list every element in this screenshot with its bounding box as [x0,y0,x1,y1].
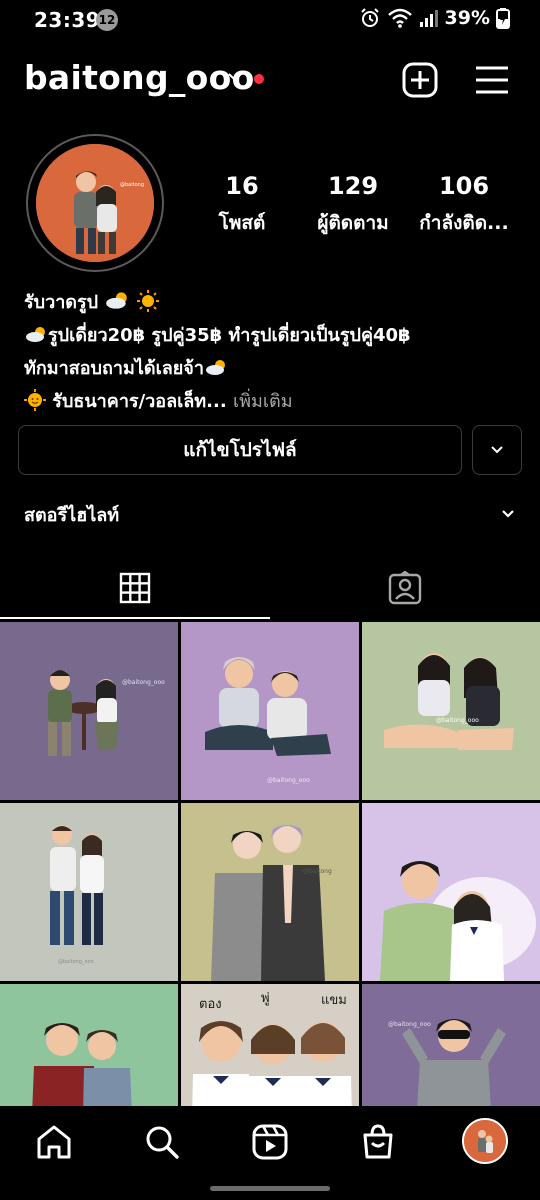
grid-icon [119,572,151,604]
home-gesture-pill[interactable] [210,1186,330,1191]
bio-line-2: รูปเดี่ยว20฿ รูปคู่35฿ ทำรูปเดี่ยวเป็นรู… [24,319,524,352]
svg-text:@baitong_ooo: @baitong_ooo [388,1021,431,1028]
bio-line-3: ทักมาสอบถามได้เลยจ้า [24,352,524,385]
stat-following[interactable]: 106 กำลังติด... [404,172,524,238]
stat-posts[interactable]: 16 โพสต์ [182,172,302,238]
post-tile[interactable]: ตอง พู่ แขม [181,984,359,1108]
sun-cloud-emoji-icon [106,292,128,309]
shop-icon [363,1124,393,1159]
battery-percent: 39% [444,7,490,29]
discover-people-button[interactable] [472,425,522,475]
bio-line-1: รับวาดรูป [24,286,524,319]
bio-line-2-text: รูปเดี่ยว20฿ รูปคู่35฿ ทำรูปเดี่ยวเป็นรู… [48,325,411,346]
svg-text:@baitong_ooo: @baitong_ooo [122,679,165,686]
sun-cloud-emoji-icon [205,360,225,375]
post-tile[interactable]: @baitong_ooo [181,622,359,800]
active-tab-indicator [0,617,270,619]
nav-shop[interactable] [358,1122,398,1162]
sun-with-face-emoji-icon [24,389,46,411]
post-tile[interactable] [362,803,540,981]
status-time: 23:39 [34,8,101,32]
bio-line-4: รับธนาคาร/วอลเล็ท... เพิ่มเติม [24,385,524,418]
status-bar: 23:39 12 39% [0,0,540,40]
profile-stats: 16 โพสต์ 129 ผู้ติดตาม 106 กำลังติด... [190,172,530,242]
post-tile[interactable]: @baitong_ooo [0,622,178,800]
sun-cloud-emoji-icon [26,327,45,342]
nav-search[interactable] [142,1122,182,1162]
create-post-button[interactable] [402,62,438,98]
tab-tagged[interactable] [270,556,540,620]
nav-home[interactable] [34,1122,74,1162]
profile-bio: รับวาดรูป รูปเดี่ยว20฿ รูปคู่35฿ ทำรูปเด… [24,286,524,418]
svg-text:@baitong: @baitong [303,868,332,875]
bio-more-link[interactable]: เพิ่มเติม [233,391,293,412]
profile-avatar-ring[interactable]: @baitong [26,134,164,272]
tile-label-left: ตอง [199,997,222,1012]
sun-emoji-icon [136,290,159,312]
chevron-down-icon[interactable] [226,68,244,86]
bio-line-4-text: รับธนาคาร/วอลเล็ท... [52,391,227,412]
edit-profile-button[interactable]: แก้ไขโปรไฟล์ [18,425,462,475]
unread-dot [254,74,264,84]
post-tile[interactable]: @baitong_ooo [0,803,178,981]
posts-grid: @baitong_ooo @baitong_ooo @baitong_ooo @… [0,622,540,1108]
svg-text:@baitong: @baitong [120,182,144,188]
story-highlights-row[interactable]: สตอรีไฮไลท์ [24,500,520,530]
nav-profile-avatar[interactable] [462,1118,508,1164]
bottom-navigation [0,1106,540,1178]
chevron-down-icon[interactable] [500,506,516,522]
posts-label: โพสต์ [218,212,266,234]
battery-charging-icon [496,8,510,29]
signal-icon [419,10,438,27]
post-tile[interactable] [0,984,178,1108]
profile-avatar[interactable]: @baitong [36,144,154,262]
account-username[interactable]: baitong_ooo [24,58,255,97]
nav-reels[interactable] [250,1122,290,1162]
tile-label-right: แขม [321,993,347,1008]
alarm-icon [360,8,379,27]
chevron-down-icon [491,446,503,454]
post-tile[interactable]: @baitong_ooo [362,622,540,800]
bio-line-1-text: รับวาดรูป [24,292,99,313]
menu-icon[interactable] [474,64,510,96]
svg-text:@baitong_ooo: @baitong_ooo [58,959,94,965]
reels-icon [252,1124,288,1160]
profile-tabs [0,556,540,620]
search-icon [146,1126,179,1159]
status-icons: 39% [359,7,510,29]
svg-text:@baitong_ooo: @baitong_ooo [267,777,310,784]
story-highlights-label: สตอรีไฮไลท์ [24,505,120,526]
post-tile[interactable]: @baitong_ooo [362,984,540,1108]
tagged-person-icon [388,571,422,605]
wifi-icon [387,8,412,28]
followers-count: 129 [327,172,379,200]
tab-posts-grid[interactable] [0,556,270,620]
following-count: 106 [438,172,490,200]
followers-label: ผู้ติดตาม [317,212,389,234]
posts-count: 16 [225,172,259,200]
svg-text:@baitong_ooo: @baitong_ooo [436,717,479,724]
home-icon [37,1125,71,1159]
stat-followers[interactable]: 129 ผู้ติดตาม [293,172,413,238]
post-tile[interactable]: @baitong [181,803,359,981]
notification-count-badge: 12 [96,9,118,31]
bio-line-3-text: ทักมาสอบถามได้เลยจ้า [24,358,204,379]
profile-header: baitong_ooo [0,52,540,108]
tile-label-mid: พู่ [261,991,270,1006]
following-label: กำลังติด... [419,212,509,234]
system-gesture-bar [0,1178,540,1200]
